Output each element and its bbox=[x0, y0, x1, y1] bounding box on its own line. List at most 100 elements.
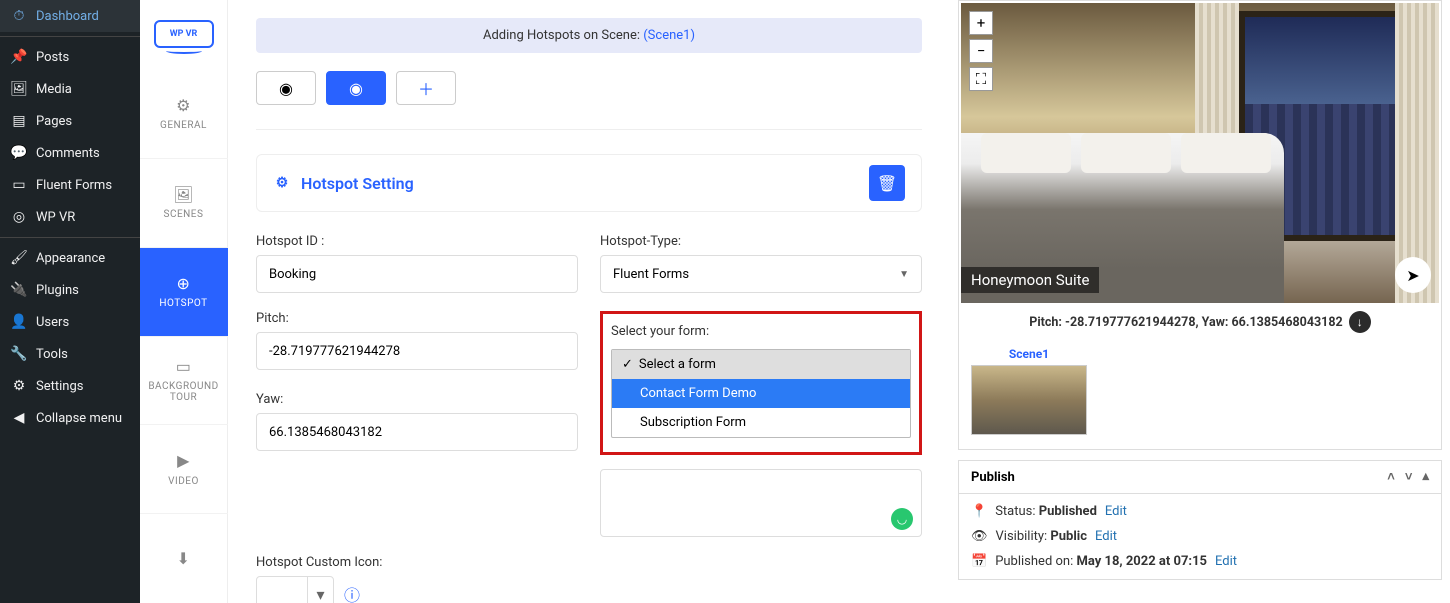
label: Hotspot-Type: bbox=[600, 234, 922, 249]
gear-icon: ⚙ bbox=[273, 174, 291, 192]
hotspot-id-input[interactable] bbox=[256, 255, 578, 293]
sidebar-item-dashboard[interactable]: ⏱Dashboard bbox=[0, 0, 140, 32]
info-icon[interactable]: ⓘ bbox=[344, 582, 360, 603]
label: SCENES bbox=[164, 209, 204, 220]
tab-preset[interactable]: ⬇ bbox=[140, 514, 228, 603]
field-select-form-highlighted: Select your form: ✓Select a form Contact… bbox=[600, 311, 922, 455]
trash-icon: 🗑 bbox=[877, 174, 897, 193]
sidebar-item-posts[interactable]: 📌Posts bbox=[0, 41, 140, 73]
sidebar-item-fluent-forms[interactable]: ▭Fluent Forms bbox=[0, 169, 140, 201]
add-hotspot-button[interactable]: ＋ bbox=[396, 71, 456, 105]
label: Users bbox=[36, 315, 69, 330]
sidebar-collapse[interactable]: ◀ Collapse menu bbox=[0, 402, 140, 434]
hotspot-item-nav: ◉ ◉ ＋ bbox=[256, 71, 922, 105]
icon-picker[interactable]: ▾ bbox=[256, 576, 334, 603]
edit-status-link[interactable]: Edit bbox=[1105, 504, 1127, 519]
publish-title: Publish bbox=[971, 470, 1015, 485]
value: Fluent Forms bbox=[613, 267, 689, 282]
form-option-placeholder[interactable]: ✓Select a form bbox=[612, 350, 910, 379]
publish-visibility-row: 👁 Visibility: Public Edit bbox=[971, 529, 1429, 544]
tab-hotspot[interactable]: ⊕HOTSPOT bbox=[140, 248, 228, 337]
hotspot-item-2[interactable]: ◉ bbox=[326, 71, 386, 105]
gear-icon: ⚙ bbox=[175, 96, 193, 114]
scene-caption: Honeymoon Suite bbox=[961, 267, 1099, 293]
hotspot-item-1[interactable]: ◉ bbox=[256, 71, 316, 105]
sidebar-item-comments[interactable]: 💬Comments bbox=[0, 137, 140, 169]
move-down-icon[interactable]: ˅ bbox=[1405, 469, 1413, 485]
field-custom-icon: Hotspot Custom Icon: ▾ ⓘ bbox=[256, 555, 578, 603]
wpvr-logo: WP VR bbox=[154, 20, 214, 48]
tools-icon: 🔧 bbox=[10, 345, 28, 363]
pitch-yaw-readout: Pitch: -28.719777621944278, Yaw: 66.1385… bbox=[961, 303, 1439, 341]
edit-date-link[interactable]: Edit bbox=[1215, 554, 1237, 569]
plugin-vertical-tabs: WP VR ⚙ GENERAL 🖼 SCENES ⊕HOTSPOT ▭BACKGRO… bbox=[140, 0, 228, 603]
hotspot-type-select[interactable]: Fluent Forms▼ bbox=[600, 255, 922, 293]
label: GENERAL bbox=[160, 120, 207, 131]
label: Pages bbox=[36, 114, 72, 129]
scene-thumbnail[interactable] bbox=[971, 365, 1087, 435]
grammarly-badge-icon: ◡ bbox=[891, 508, 913, 530]
form-select-dropdown-open[interactable]: ✓Select a form Contact Form Demo Subscri… bbox=[611, 349, 911, 438]
download-icon: ⬇ bbox=[175, 550, 193, 568]
banner-prefix: Adding Hotspots on Scene: bbox=[483, 28, 643, 43]
move-up-icon[interactable]: ˄ bbox=[1387, 469, 1395, 485]
label: Published on: bbox=[995, 554, 1076, 569]
label: Comments bbox=[36, 146, 100, 161]
form-textarea[interactable]: ◡ bbox=[600, 469, 922, 537]
field-hotspot-id: Hotspot ID : bbox=[256, 234, 578, 293]
delete-hotspot-button[interactable]: 🗑 bbox=[869, 165, 905, 201]
banner-scene-link[interactable]: (Scene1) bbox=[643, 28, 695, 43]
dashboard-icon: ⏱ bbox=[10, 7, 28, 25]
zoom-in-button[interactable]: + bbox=[969, 11, 993, 35]
label: Contact Form Demo bbox=[640, 386, 756, 401]
form-icon: ▭ bbox=[10, 176, 28, 194]
tab-video[interactable]: ▶VIDEO bbox=[140, 425, 228, 514]
edit-visibility-link[interactable]: Edit bbox=[1095, 529, 1117, 544]
pitch-input[interactable] bbox=[256, 332, 578, 370]
label: Tools bbox=[36, 347, 68, 362]
sidebar-item-media[interactable]: 🖼Media bbox=[0, 73, 140, 105]
image-icon: 🖼 bbox=[175, 185, 193, 203]
check-icon: ✓ bbox=[622, 357, 633, 372]
target-icon: ⊕ bbox=[175, 274, 193, 292]
field-hotspot-type: Hotspot-Type: Fluent Forms▼ bbox=[600, 234, 922, 293]
sidebar-item-users[interactable]: 👤 Users bbox=[0, 306, 140, 338]
vr-icon: ◎ bbox=[10, 208, 28, 226]
sidebar-item-settings[interactable]: ⚙Settings bbox=[0, 370, 140, 402]
yaw-input[interactable] bbox=[256, 413, 578, 451]
tab-general[interactable]: ⚙ GENERAL bbox=[140, 70, 228, 159]
hotspot-editor: Adding Hotspots on Scene: (Scene1) ◉ ◉ ＋… bbox=[228, 0, 950, 603]
label: VIDEO bbox=[168, 476, 199, 487]
sidebar-item-tools[interactable]: 🔧 Tools bbox=[0, 338, 140, 370]
value: May 18, 2022 at 07:15 bbox=[1076, 554, 1207, 569]
calendar-icon: 📅 bbox=[971, 554, 987, 569]
form-option-contact-demo[interactable]: Contact Form Demo bbox=[612, 379, 910, 408]
tab-scenes[interactable]: 🖼 SCENES bbox=[140, 159, 228, 248]
form-option-subscription[interactable]: Subscription Form bbox=[612, 408, 910, 437]
toggle-panel-icon[interactable]: ▴ bbox=[1422, 469, 1429, 485]
sidebar-item-pages[interactable]: ▤ Pages bbox=[0, 105, 140, 137]
title-text: Hotspot Setting bbox=[301, 174, 414, 193]
label: Hotspot ID : bbox=[256, 234, 578, 249]
chevron-down-icon: ▾ bbox=[307, 577, 333, 603]
zoom-out-button[interactable]: − bbox=[969, 39, 993, 63]
label: Posts bbox=[36, 50, 69, 65]
sidebar-item-wpvr[interactable]: ◎WP VR bbox=[0, 201, 140, 233]
fullscreen-button[interactable]: ⛶ bbox=[969, 67, 993, 91]
tab-background-tour[interactable]: ▭BACKGROUND TOUR bbox=[140, 337, 228, 426]
value: Published bbox=[1039, 504, 1097, 519]
sidebar-item-plugins[interactable]: 🔌 Plugins bbox=[0, 274, 140, 306]
apply-coords-button[interactable]: ↓ bbox=[1349, 311, 1371, 333]
panorama-preview: + − ⛶ Honeymoon Suite ➤ Pitch: -28.71977… bbox=[958, 0, 1442, 450]
label: Plugins bbox=[36, 283, 79, 298]
value: Public bbox=[1050, 529, 1087, 544]
compass-icon: ➤ bbox=[1395, 257, 1431, 293]
scene-thumb-title: Scene1 bbox=[971, 347, 1087, 361]
page-icon: ▤ bbox=[10, 112, 28, 130]
user-icon: 👤 bbox=[10, 313, 28, 331]
plugin-icon: 🔌 bbox=[10, 281, 28, 299]
sidebar-item-appearance[interactable]: 🖌Appearance bbox=[0, 242, 140, 274]
collapse-icon: ◀ bbox=[10, 409, 28, 427]
label: Collapse menu bbox=[36, 411, 122, 426]
panorama-viewport[interactable]: + − ⛶ Honeymoon Suite ➤ bbox=[961, 3, 1439, 303]
